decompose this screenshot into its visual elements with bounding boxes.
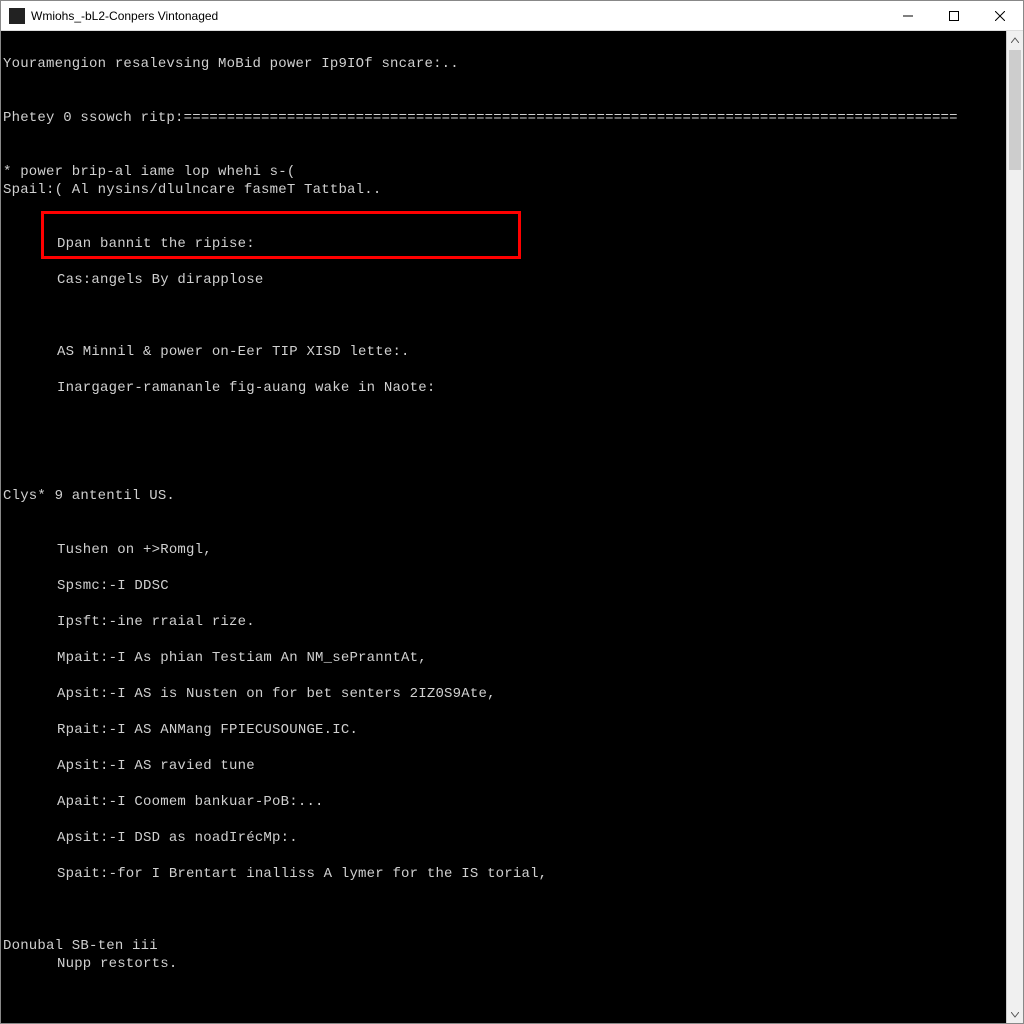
terminal-line: Rpait:-I AS ANMang FPIECUSOUNGE.IC. <box>3 721 1002 739</box>
chevron-up-icon <box>1011 37 1019 43</box>
terminal-line: Spail:( Al nysins/dlulncare fasmeT Tattb… <box>3 182 381 198</box>
terminal-line-highlighted: Inargager-ramananle fig-auang wake in Na… <box>3 379 1002 397</box>
terminal-line: Phetey 0 ssowch ritp:===================… <box>3 110 958 126</box>
terminal-line: Apsit:-I AS is Nusten on for bet senters… <box>3 685 1002 703</box>
vertical-scrollbar[interactable] <box>1006 31 1023 1023</box>
close-icon <box>995 11 1005 21</box>
app-icon <box>9 8 25 24</box>
maximize-icon <box>949 11 959 21</box>
terminal-line: Dpan bannit the ripise: <box>3 235 1002 253</box>
terminal-line: Youramengion resalevsing MoBid power Ip9… <box>3 56 459 72</box>
client-area: Youramengion resalevsing MoBid power Ip9… <box>1 31 1023 1023</box>
terminal-line: Donubal SB-ten iii <box>3 938 158 954</box>
terminal-line: Nupp restorts. <box>3 955 1002 973</box>
terminal-line: Cas:angels By dirapplose <box>3 271 1002 289</box>
window-title: Wmiohs_-bL2-Conpers Vintonaged <box>31 9 885 23</box>
window-controls <box>885 1 1023 30</box>
terminal-output[interactable]: Youramengion resalevsing MoBid power Ip9… <box>1 31 1006 1023</box>
scrollbar-thumb[interactable] <box>1009 50 1021 170</box>
terminal-line: * power brip-al iame lop whehi s-( <box>3 164 295 180</box>
minimize-icon <box>903 11 913 21</box>
titlebar[interactable]: Wmiohs_-bL2-Conpers Vintonaged <box>1 1 1023 31</box>
terminal-line: Spait:-for I Brentart inalliss A lymer f… <box>3 865 1002 883</box>
terminal-line: Ipsft:-ine rraial rize. <box>3 613 1002 631</box>
terminal-line: Mpait:-I As phian Testiam An NM_sePrannt… <box>3 649 1002 667</box>
chevron-down-icon <box>1011 1012 1019 1018</box>
maximize-button[interactable] <box>931 1 977 30</box>
scrollbar-track[interactable] <box>1007 48 1023 1006</box>
app-window: Wmiohs_-bL2-Conpers Vintonaged Yourameng… <box>0 0 1024 1024</box>
scroll-up-button[interactable] <box>1007 31 1023 48</box>
terminal-line: Apsit:-I AS ravied tune <box>3 757 1002 775</box>
close-button[interactable] <box>977 1 1023 30</box>
terminal-line: Apsit:-I DSD as noadIrécMp:. <box>3 829 1002 847</box>
terminal-line: Tushen on +>Romgl, <box>3 541 1002 559</box>
scroll-down-button[interactable] <box>1007 1006 1023 1023</box>
terminal-line-highlighted: AS Minnil & power on-Eer TIP XISD lette:… <box>3 343 1002 361</box>
minimize-button[interactable] <box>885 1 931 30</box>
terminal-line: Apait:-I Coomem bankuar-PoB:... <box>3 793 1002 811</box>
terminal-line: Spsmc:-I DDSC <box>3 577 1002 595</box>
terminal-line: Clys* 9 antentil US. <box>3 488 175 504</box>
